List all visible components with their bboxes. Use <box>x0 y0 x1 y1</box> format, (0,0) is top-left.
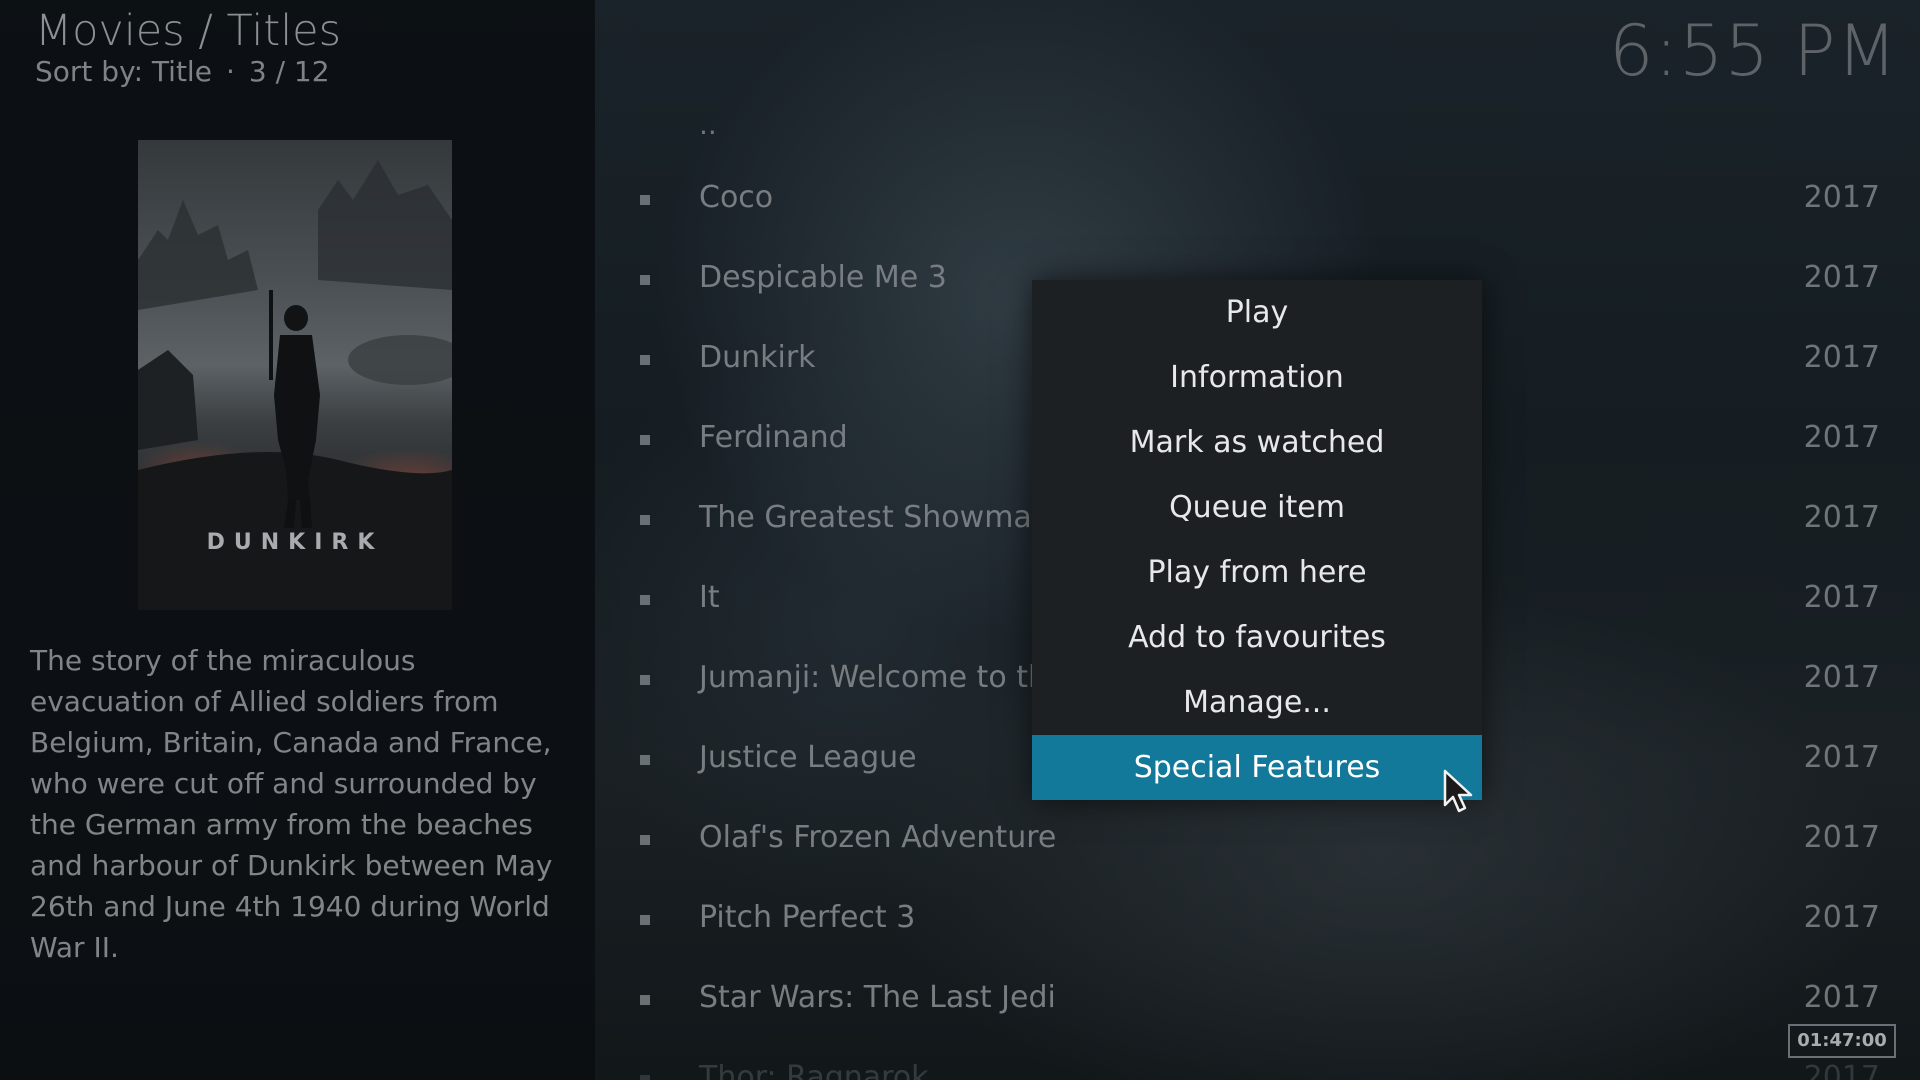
plot-summary: The story of the miraculous evacuation o… <box>30 644 553 964</box>
menu-item-play-from-here[interactable]: Play from here <box>1032 540 1482 605</box>
movie-year: 2017 <box>1803 500 1880 535</box>
menu-item-queue-item[interactable]: Queue item <box>1032 475 1482 540</box>
movie-year: 2017 <box>1803 660 1880 695</box>
movie-title: Olaf's Frozen Adventure <box>699 820 1057 855</box>
list-bullet-icon <box>640 595 650 605</box>
list-bullet-icon <box>640 915 650 925</box>
movie-title: Coco <box>699 180 774 215</box>
context-menu: Play Information Mark as watched Queue i… <box>1032 280 1482 800</box>
movie-title: It <box>699 580 720 615</box>
menu-item-manage[interactable]: Manage... <box>1032 670 1482 735</box>
movie-year: 2017 <box>1803 820 1880 855</box>
movie-title: Despicable Me 3 <box>699 260 947 295</box>
movie-year: 2017 <box>1803 420 1880 455</box>
list-bullet-icon <box>640 275 650 285</box>
menu-item-information[interactable]: Information <box>1032 345 1482 410</box>
item-position: 3 / 12 <box>248 55 330 88</box>
sort-info: Sort by: Title · 3 / 12 <box>35 55 330 88</box>
movie-year: 2017 <box>1803 1060 1880 1080</box>
list-item[interactable]: Thor: Ragnarok 2017 <box>620 1040 1890 1080</box>
clock: 6:55 PM <box>1608 10 1898 92</box>
movie-poster: DUNKIRK <box>138 140 452 610</box>
list-bullet-icon <box>640 755 650 765</box>
sort-label[interactable]: Sort by: Title <box>35 55 212 88</box>
list-bullet-icon <box>640 515 650 525</box>
page-title: Movies / Titles <box>35 6 342 56</box>
list-item[interactable]: Olaf's Frozen Adventure 2017 <box>620 800 1890 880</box>
movie-title: Justice League <box>699 740 917 775</box>
menu-item-play[interactable]: Play <box>1032 280 1482 345</box>
parent-folder-item[interactable]: .. <box>699 108 717 141</box>
list-item[interactable]: Star Wars: The Last Jedi 2017 <box>620 960 1890 1040</box>
list-bullet-icon <box>640 675 650 685</box>
poster-title: DUNKIRK <box>206 530 384 555</box>
list-bullet-icon <box>640 835 650 845</box>
movie-title: Pitch Perfect 3 <box>699 900 916 935</box>
list-bullet-icon <box>640 355 650 365</box>
list-bullet-icon <box>640 1075 650 1080</box>
list-bullet-icon <box>640 995 650 1005</box>
movie-year: 2017 <box>1803 900 1880 935</box>
movie-title: Star Wars: The Last Jedi <box>699 980 1056 1015</box>
movie-year: 2017 <box>1803 980 1880 1015</box>
movie-title: The Greatest Showman <box>699 500 1051 535</box>
movie-title: Thor: Ragnarok <box>699 1060 929 1080</box>
kodi-media-view: Movies / Titles Sort by: Title · 3 / 12 6:… <box>0 0 1920 1080</box>
movie-year: 2017 <box>1803 580 1880 615</box>
menu-item-add-to-favourites[interactable]: Add to favourites <box>1032 605 1482 670</box>
movie-year: 2017 <box>1803 260 1880 295</box>
list-item[interactable]: Coco 2017 <box>620 160 1890 240</box>
list-bullet-icon <box>640 195 650 205</box>
menu-item-mark-as-watched[interactable]: Mark as watched <box>1032 410 1482 475</box>
list-bullet-icon <box>640 435 650 445</box>
menu-item-special-features[interactable]: Special Features <box>1032 735 1482 800</box>
movie-title: Dunkirk <box>699 340 816 375</box>
movie-title: Ferdinand <box>699 420 848 455</box>
movie-year: 2017 <box>1803 340 1880 375</box>
list-item[interactable]: Pitch Perfect 3 2017 <box>620 880 1890 960</box>
movie-year: 2017 <box>1803 740 1880 775</box>
mouse-pointer-icon <box>1443 769 1477 819</box>
runtime-badge: 01:47:00 <box>1788 1024 1896 1058</box>
sort-separator: · <box>225 55 235 88</box>
movie-year: 2017 <box>1803 180 1880 215</box>
